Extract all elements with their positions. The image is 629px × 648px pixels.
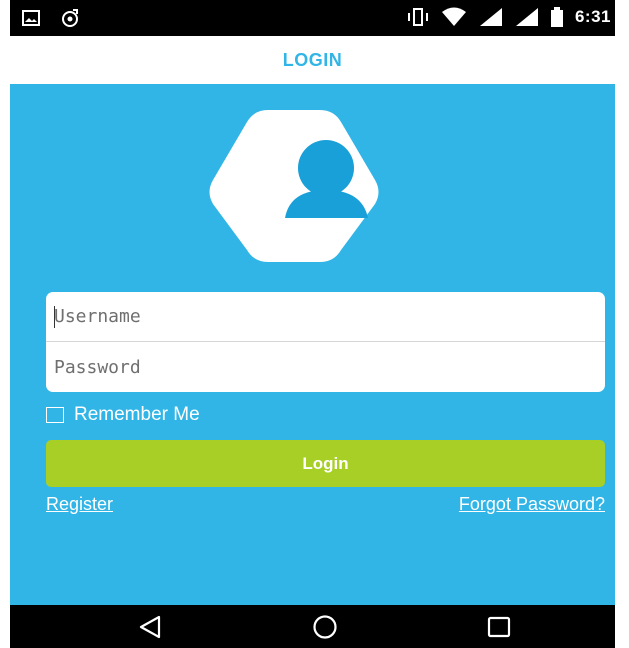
username-input[interactable] xyxy=(54,306,574,327)
login-form-card xyxy=(46,292,605,392)
password-field-wrapper xyxy=(46,342,605,392)
user-avatar-badge xyxy=(206,110,382,262)
login-screen: 6:31 LOGIN Remember Me Login Register xyxy=(10,0,615,648)
signal-icon xyxy=(479,7,503,27)
username-field-wrapper xyxy=(46,292,605,342)
status-time: 6:31 xyxy=(574,7,611,26)
status-bar: 6:31 xyxy=(10,0,615,36)
forgot-password-link[interactable]: Forgot Password? xyxy=(459,494,605,515)
title-bar: LOGIN xyxy=(10,36,615,84)
text-cursor xyxy=(54,306,55,328)
register-link[interactable]: Register xyxy=(46,494,113,515)
battery-icon xyxy=(550,7,563,27)
media-icon xyxy=(60,8,80,28)
recent-apps-icon[interactable] xyxy=(486,614,512,645)
home-icon[interactable] xyxy=(312,614,338,645)
remember-me-label: Remember Me xyxy=(74,404,200,425)
login-button[interactable]: Login xyxy=(46,440,605,487)
page-title: LOGIN xyxy=(282,49,343,70)
picture-icon xyxy=(22,10,40,26)
remember-me-row[interactable]: Remember Me xyxy=(46,404,200,426)
signal-icon xyxy=(515,7,539,27)
vibrate-icon xyxy=(407,8,429,26)
back-icon[interactable] xyxy=(137,614,163,645)
remember-me-checkbox[interactable] xyxy=(46,407,64,423)
navigation-bar xyxy=(10,605,615,648)
wifi-icon xyxy=(441,7,467,27)
password-input[interactable] xyxy=(54,356,574,378)
